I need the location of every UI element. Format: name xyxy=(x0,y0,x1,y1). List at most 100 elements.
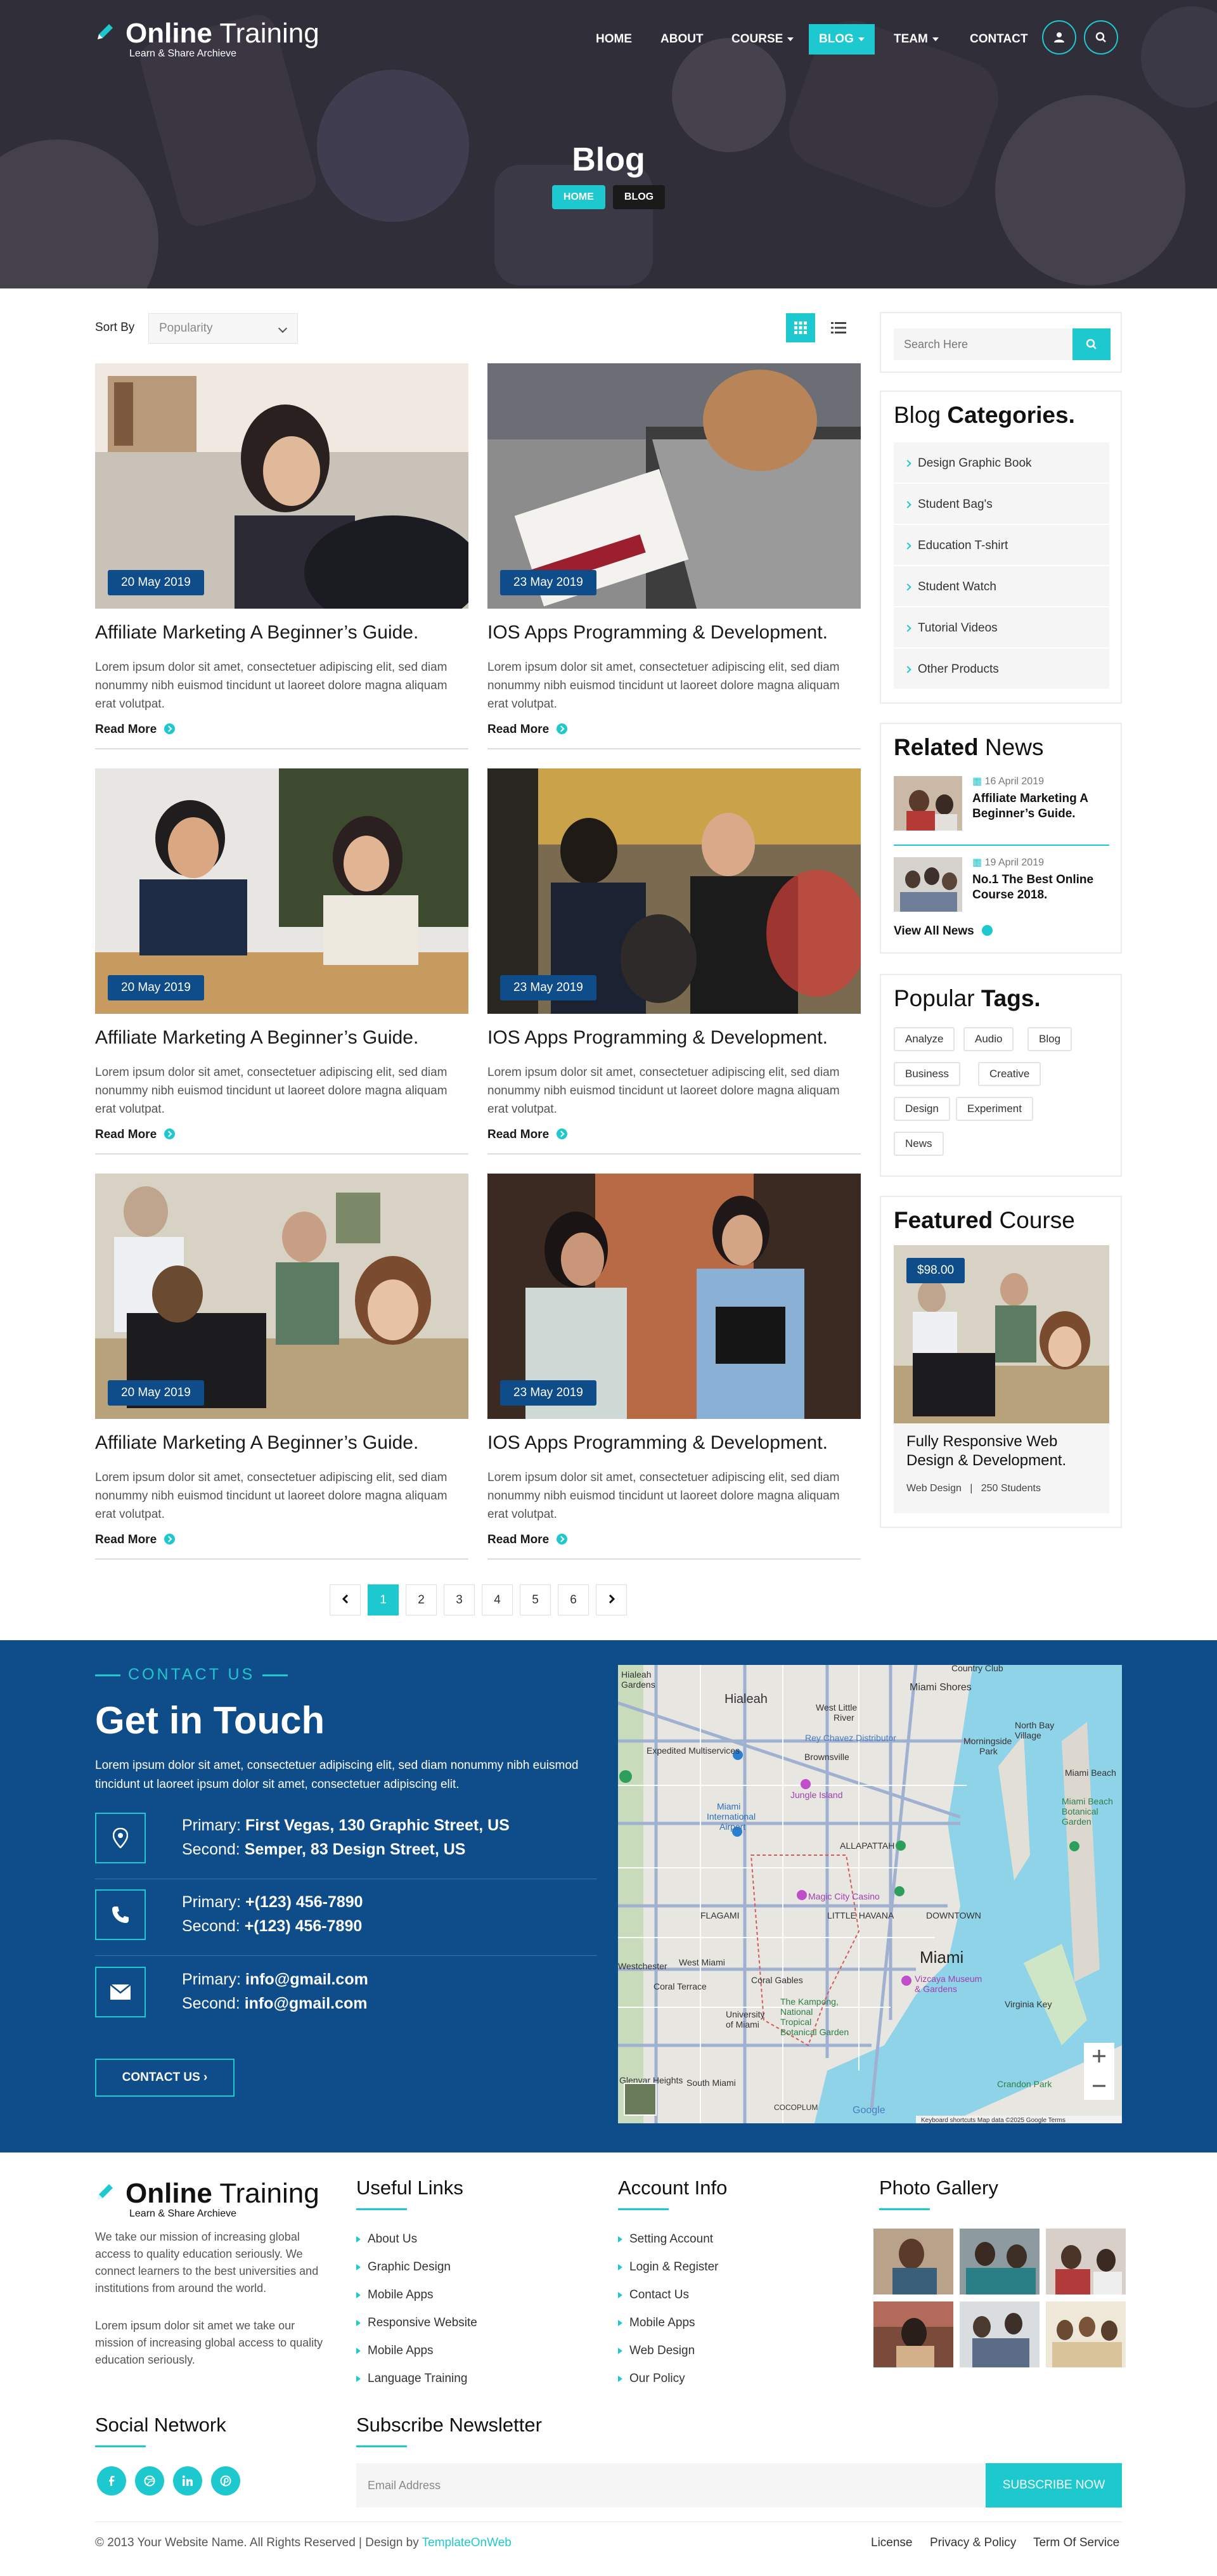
map-label: Country Club xyxy=(951,1665,1003,1673)
category-item[interactable]: Student Watch xyxy=(894,566,1109,607)
map-attribution: Google xyxy=(853,2105,885,2116)
designer-link[interactable]: TemplateOnWeb xyxy=(422,2536,512,2549)
footer-link[interactable]: Web Design xyxy=(618,2344,695,2358)
gallery-thumbnail[interactable] xyxy=(1046,2301,1126,2367)
read-more-link[interactable]: Read More xyxy=(95,1128,176,1142)
tag-news[interactable]: News xyxy=(894,1132,944,1156)
related-news-item[interactable]: ▦ 16 April 2019 Affiliate Marketing A Be… xyxy=(894,776,1109,833)
newsletter-email-input[interactable]: Email Address xyxy=(356,2463,990,2508)
map-label: Morningside xyxy=(963,1736,1012,1746)
contact-phone: Primary: +(123) 456-7890 Second: +(123) … xyxy=(95,1889,597,1940)
category-item[interactable]: Other Products xyxy=(894,649,1109,690)
footer-link[interactable]: Contact Us xyxy=(618,2288,689,2302)
read-more-link[interactable]: Read More xyxy=(95,723,176,737)
location-map[interactable]: Hialeah Gardens Hialeah Country Club Mia… xyxy=(618,1665,1122,2123)
nav-home[interactable]: HOME xyxy=(586,24,642,55)
post-date-badge: 20 May 2019 xyxy=(108,1380,204,1406)
related-news-title[interactable]: No.1 The Best Online Course 2018. xyxy=(972,872,1109,903)
tag-blog[interactable]: Blog xyxy=(1027,1027,1072,1051)
page-5[interactable]: 5 xyxy=(520,1584,551,1615)
tag-analyze[interactable]: Analyze xyxy=(894,1027,955,1051)
next-page-button[interactable] xyxy=(596,1584,627,1615)
page-6[interactable]: 6 xyxy=(558,1584,589,1615)
privacy-policy-link[interactable]: Privacy & Policy xyxy=(930,2536,1016,2550)
post-title[interactable]: IOS Apps Programming & Development. xyxy=(487,1432,828,1454)
footer-link[interactable]: Mobile Apps xyxy=(356,2344,434,2358)
sidebar-search-input[interactable]: Search Here xyxy=(894,328,1072,360)
dribbble-icon xyxy=(144,2475,155,2487)
map-label: Miami xyxy=(920,1948,963,1967)
post-title[interactable]: Affiliate Marketing A Beginner’s Guide. xyxy=(95,622,418,644)
page-4[interactable]: 4 xyxy=(482,1584,513,1615)
nav-course[interactable]: COURSE xyxy=(721,24,804,55)
gallery-thumbnail[interactable] xyxy=(1046,2229,1126,2294)
grid-view-button[interactable] xyxy=(786,313,815,342)
linkedin-button[interactable] xyxy=(173,2466,202,2495)
featured-course-image[interactable]: $98.00 xyxy=(894,1245,1109,1423)
map-label: Coral Gables xyxy=(751,1975,803,1985)
terms-of-service-link[interactable]: Term Of Service xyxy=(1033,2536,1119,2550)
footer-link[interactable]: About Us xyxy=(356,2232,417,2246)
tag-experiment[interactable]: Experiment xyxy=(956,1097,1033,1121)
tag-business[interactable]: Business xyxy=(894,1062,960,1086)
footer-link[interactable]: Mobile Apps xyxy=(356,2288,434,2302)
category-item[interactable]: Design Graphic Book xyxy=(894,443,1109,484)
category-item[interactable]: Education T-shirt xyxy=(894,525,1109,566)
arrow-right-icon xyxy=(164,1534,176,1544)
footer-link[interactable]: Login & Register xyxy=(618,2260,718,2274)
footer-link[interactable]: Mobile Apps xyxy=(618,2316,695,2330)
footer-link[interactable]: Graphic Design xyxy=(356,2260,451,2274)
sidebar-search-widget: Search Here xyxy=(880,312,1122,373)
sort-select[interactable]: Popularity xyxy=(148,313,298,344)
related-news-title[interactable]: Affiliate Marketing A Beginner’s Guide. xyxy=(972,791,1109,822)
gallery-thumbnail[interactable] xyxy=(960,2301,1040,2367)
nav-about[interactable]: ABOUT xyxy=(650,24,714,55)
dribbble-button[interactable] xyxy=(135,2466,164,2495)
footer-about-text: We take our mission of increasing global… xyxy=(95,2230,319,2294)
prev-page-button[interactable] xyxy=(330,1584,361,1615)
user-account-button[interactable] xyxy=(1042,20,1076,55)
subscribe-button[interactable]: SUBSCRIBE NOW xyxy=(986,2463,1122,2508)
list-view-button[interactable] xyxy=(824,313,853,342)
related-news-item[interactable]: ▦ 19 April 2019 No.1 The Best Online Cou… xyxy=(894,857,1109,914)
contact-us-button[interactable]: CONTACT US › xyxy=(95,2059,235,2097)
footer-link[interactable]: Setting Account xyxy=(618,2232,713,2246)
page-3[interactable]: 3 xyxy=(444,1584,475,1615)
view-all-news-link[interactable]: View All News xyxy=(894,924,993,938)
nav-team[interactable]: TEAM xyxy=(884,24,949,55)
gallery-thumbnail[interactable] xyxy=(960,2229,1040,2294)
post-title[interactable]: Affiliate Marketing A Beginner’s Guide. xyxy=(95,1432,418,1454)
post-title[interactable]: IOS Apps Programming & Development. xyxy=(487,1027,828,1049)
category-item[interactable]: Student Bag's xyxy=(894,484,1109,525)
license-link[interactable]: License xyxy=(871,2536,913,2550)
nav-contact[interactable]: CONTACT xyxy=(960,24,1038,55)
gallery-thumbnail[interactable] xyxy=(873,2301,953,2367)
page-2[interactable]: 2 xyxy=(406,1584,437,1615)
category-item[interactable]: Tutorial Videos xyxy=(894,607,1109,649)
map-label: Brownsville xyxy=(804,1752,849,1762)
read-more-link[interactable]: Read More xyxy=(487,1533,568,1547)
footer-link[interactable]: Responsive Website xyxy=(356,2316,477,2330)
footer-link[interactable]: Language Training xyxy=(356,2372,467,2386)
tag-audio[interactable]: Audio xyxy=(963,1027,1014,1051)
gallery-thumbnail[interactable] xyxy=(873,2229,953,2294)
nav-blog[interactable]: BLOG xyxy=(809,24,875,55)
post-title[interactable]: Affiliate Marketing A Beginner’s Guide. xyxy=(95,1027,418,1049)
breadcrumb-home[interactable]: HOME xyxy=(551,185,605,209)
pinterest-button[interactable] xyxy=(211,2466,240,2495)
map-label: ALLAPATTAH xyxy=(840,1841,894,1851)
read-more-link[interactable]: Read More xyxy=(487,723,568,737)
post-excerpt: Lorem ipsum dolor sit amet, consectetuer… xyxy=(487,661,840,711)
post-title[interactable]: IOS Apps Programming & Development. xyxy=(487,622,828,644)
page-1[interactable]: 1 xyxy=(368,1584,399,1615)
tag-creative[interactable]: Creative xyxy=(978,1062,1041,1086)
facebook-button[interactable] xyxy=(97,2466,126,2495)
tag-design[interactable]: Design xyxy=(894,1097,950,1121)
course-title[interactable]: Fully Responsive Web Design & Developmen… xyxy=(906,1432,1097,1470)
read-more-link[interactable]: Read More xyxy=(95,1533,176,1547)
sidebar-search-button[interactable] xyxy=(1072,328,1111,360)
header-search-button[interactable] xyxy=(1084,20,1118,55)
contact-title: Get in Touch xyxy=(95,1699,325,1742)
read-more-link[interactable]: Read More xyxy=(487,1128,568,1142)
footer-link[interactable]: Our Policy xyxy=(618,2372,685,2386)
